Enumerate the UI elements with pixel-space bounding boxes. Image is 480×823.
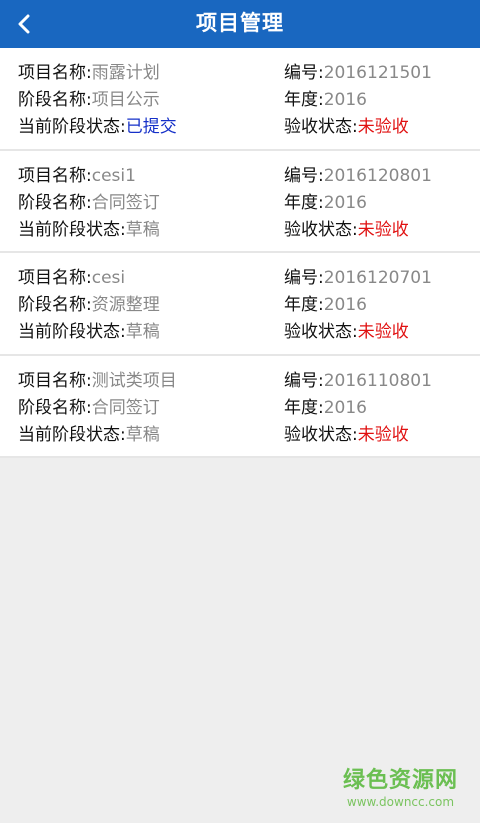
project-row-status: 当前阶段状态:草稿 验收状态:未验收: [18, 217, 470, 244]
project-name-label: 项目名称:: [18, 165, 92, 186]
project-card[interactable]: 项目名称:雨露计划 编号:2016121501 阶段名称:项目公示 年度:201…: [0, 48, 480, 151]
year-value: 2016: [323, 295, 367, 315]
stage-name-label: 阶段名称:: [18, 192, 92, 213]
page-title: 项目管理: [196, 11, 284, 35]
project-row-status: 当前阶段状态:草稿 验收状态:未验收: [18, 422, 470, 449]
project-row-stage: 阶段名称:项目公示 年度:2016: [18, 87, 470, 114]
project-name-value: cesi: [91, 268, 126, 288]
project-name-value: 雨露计划: [91, 63, 160, 83]
project-name-label: 项目名称:: [18, 268, 92, 288]
year-value: 2016: [323, 397, 367, 418]
stage-status-label: 当前阶段状态:: [18, 219, 126, 240]
project-code-value: 2016121501: [323, 63, 432, 83]
project-row-status: 当前阶段状态:草稿 验收状态:未验收: [18, 319, 470, 346]
project-row-stage: 阶段名称:合同签订 年度:2016: [18, 190, 470, 217]
project-code-label: 编号:: [284, 268, 324, 288]
project-code-value: 2016120801: [323, 165, 432, 186]
stage-name-value: 合同签订: [91, 192, 160, 213]
stage-name-value: 资源整理: [91, 295, 160, 315]
project-card[interactable]: 项目名称:cesi 编号:2016120701 阶段名称:资源整理 年度:201…: [0, 253, 480, 356]
year-label: 年度:: [284, 295, 324, 315]
year-label: 年度:: [284, 90, 324, 110]
stage-status-value: 草稿: [125, 424, 160, 445]
acceptance-status-value: 未验收: [357, 424, 409, 445]
stage-name-label: 阶段名称:: [18, 397, 92, 418]
project-row-status: 当前阶段状态:已提交 验收状态:未验收: [18, 114, 470, 141]
project-row-name: 项目名称:雨露计划 编号:2016121501: [18, 60, 470, 87]
acceptance-status-value: 未验收: [357, 322, 409, 342]
project-row-stage: 阶段名称:资源整理 年度:2016: [18, 292, 470, 319]
project-code-label: 编号:: [284, 63, 324, 83]
watermark-url: www.downcc.com: [346, 795, 455, 809]
project-row-name: 项目名称:cesi1 编号:2016120801: [18, 163, 470, 190]
acceptance-status-label: 验收状态:: [284, 424, 358, 445]
project-code-label: 编号:: [284, 165, 324, 186]
project-card[interactable]: 项目名称:测试类项目 编号:2016110801 阶段名称:合同签订 年度:20…: [0, 355, 480, 458]
project-list: 项目名称:雨露计划 编号:2016121501 阶段名称:项目公示 年度:201…: [0, 48, 480, 458]
acceptance-status-label: 验收状态:: [284, 322, 358, 342]
project-row-name: 项目名称:cesi 编号:2016120701: [18, 265, 470, 292]
acceptance-status-label: 验收状态:: [284, 117, 358, 137]
stage-status-label: 当前阶段状态:: [18, 117, 126, 137]
year-value: 2016: [323, 90, 367, 110]
stage-status-value: 已提交: [125, 117, 177, 137]
project-name-value: 测试类项目: [91, 370, 177, 391]
project-name-label: 项目名称:: [18, 63, 92, 83]
project-code-label: 编号:: [284, 370, 324, 391]
year-value: 2016: [323, 192, 367, 213]
project-row-stage: 阶段名称:合同签订 年度:2016: [18, 395, 470, 422]
year-label: 年度:: [284, 397, 324, 418]
year-label: 年度:: [284, 192, 324, 213]
stage-name-label: 阶段名称:: [18, 295, 92, 315]
acceptance-status-value: 未验收: [357, 219, 409, 240]
stage-name-value: 合同签订: [91, 397, 160, 418]
project-name-value: cesi1: [91, 165, 136, 186]
project-card[interactable]: 项目名称:cesi1 编号:2016120801 阶段名称:合同签订 年度:20…: [0, 150, 480, 253]
acceptance-status-label: 验收状态:: [284, 219, 358, 240]
project-row-name: 项目名称:测试类项目 编号:2016110801: [18, 368, 470, 395]
project-name-label: 项目名称:: [18, 370, 92, 391]
stage-name-value: 项目公示: [91, 90, 160, 110]
watermark-title: 绿色资源网: [342, 768, 458, 793]
stage-status-value: 草稿: [125, 219, 160, 240]
stage-status-label: 当前阶段状态:: [18, 424, 126, 445]
stage-name-label: 阶段名称:: [18, 90, 92, 110]
project-code-value: 2016120701: [323, 268, 432, 288]
stage-status-label: 当前阶段状态:: [18, 322, 126, 342]
acceptance-status-value: 未验收: [357, 117, 409, 137]
watermark: 绿色资源网 www.downcc.com: [343, 768, 458, 810]
project-code-value: 2016110801: [323, 370, 432, 391]
app-header: 项目管理: [0, 0, 480, 48]
stage-status-value: 草稿: [125, 322, 160, 342]
